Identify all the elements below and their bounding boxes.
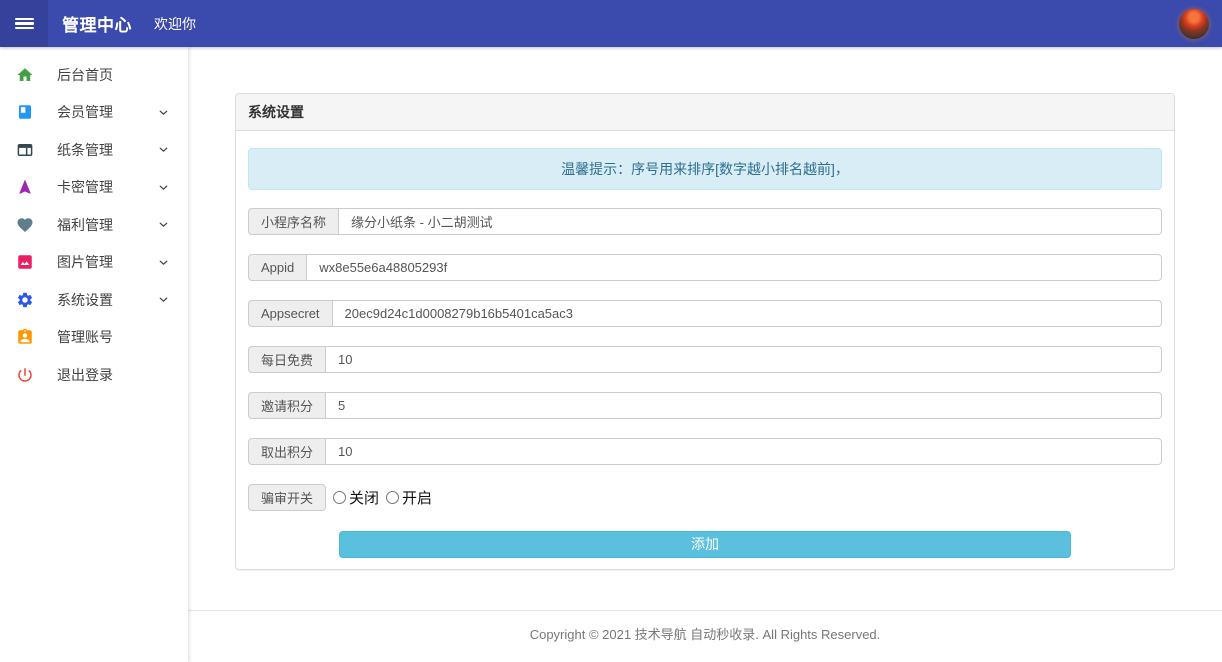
welfare-icon: [16, 216, 34, 234]
field-input[interactable]: [325, 392, 1162, 419]
sidebar-item-notes[interactable]: 纸条管理: [0, 131, 188, 169]
sidebar-item-admin-account[interactable]: 管理账号: [0, 319, 188, 357]
sidebar-item-label: 系统设置: [57, 290, 113, 310]
audit-switch-option[interactable]: 关闭: [333, 487, 379, 508]
field-label: 每日免费: [248, 346, 325, 373]
sidebar-item-label: 福利管理: [57, 215, 113, 235]
chevron-down-icon: [157, 256, 170, 269]
menu-icon[interactable]: [0, 0, 48, 47]
admin-account-icon: [16, 328, 34, 346]
panel-title: 系统设置: [236, 94, 1174, 131]
home-icon: [16, 66, 34, 84]
settings-icon: [16, 291, 34, 309]
field-input[interactable]: [325, 346, 1162, 373]
sidebar-item-label: 卡密管理: [57, 177, 113, 197]
form-row: Appsecret: [248, 300, 1162, 327]
field-input[interactable]: [306, 254, 1162, 281]
radio-label: 开启: [402, 487, 432, 508]
sidebar-item-card-key[interactable]: 卡密管理: [0, 169, 188, 207]
field-input[interactable]: [332, 300, 1162, 327]
footer: Copyright © 2021 技术导航 自动秒收录. All Rights …: [188, 610, 1222, 662]
main-area: 系统设置 温馨提示：序号用来排序[数字越小排名越前]， 小程序名称 Appid Ap…: [188, 47, 1222, 662]
copyright-text: Copyright © 2021 技术导航 自动秒收录. All Rights …: [530, 627, 881, 642]
add-button[interactable]: 添加: [339, 531, 1070, 558]
logout-icon: [16, 366, 34, 384]
sidebar-item-label: 后台首页: [57, 65, 113, 85]
field-input[interactable]: [338, 208, 1162, 235]
sidebar-item-image[interactable]: 图片管理: [0, 244, 188, 282]
audit-switch-option[interactable]: 开启: [386, 487, 432, 508]
form-row: 邀请积分: [248, 392, 1162, 419]
form-row: 每日免费: [248, 346, 1162, 373]
welcome-text: 欢迎你: [154, 14, 196, 34]
app-title: 管理中心: [62, 11, 132, 36]
field-label: Appid: [248, 254, 306, 281]
form-row: 小程序名称: [248, 208, 1162, 235]
sidebar-item-home[interactable]: 后台首页: [0, 56, 188, 94]
avatar[interactable]: [1179, 9, 1209, 39]
radio-button[interactable]: [333, 491, 346, 504]
chevron-down-icon: [157, 293, 170, 306]
sidebar-item-label: 退出登录: [57, 365, 113, 385]
sidebar-item-label: 纸条管理: [57, 140, 113, 160]
field-label: 取出积分: [248, 438, 325, 465]
sidebar-item-label: 管理账号: [57, 327, 113, 347]
info-alert: 温馨提示：序号用来排序[数字越小排名越前]，: [248, 148, 1162, 190]
chevron-down-icon: [157, 106, 170, 119]
chevron-down-icon: [157, 143, 170, 156]
chevron-down-icon: [157, 181, 170, 194]
sidebar-item-welfare[interactable]: 福利管理: [0, 206, 188, 244]
sidebar-item-label: 图片管理: [57, 252, 113, 272]
image-icon: [16, 253, 34, 271]
audit-switch-row: 骗审开关 关闭 开启: [248, 484, 1162, 511]
field-label: Appsecret: [248, 300, 332, 327]
card-key-icon: [16, 178, 34, 196]
radio-button[interactable]: [386, 491, 399, 504]
sidebar-item-settings[interactable]: 系统设置: [0, 281, 188, 319]
field-label: 小程序名称: [248, 208, 338, 235]
topbar: 管理中心 欢迎你: [0, 0, 1222, 47]
members-icon: [16, 103, 34, 121]
field-label: 邀请积分: [248, 392, 325, 419]
form-row: Appid: [248, 254, 1162, 281]
form-row: 取出积分: [248, 438, 1162, 465]
notes-icon: [16, 141, 34, 159]
chevron-down-icon: [157, 218, 170, 231]
sidebar-item-members[interactable]: 会员管理: [0, 94, 188, 132]
field-input[interactable]: [325, 438, 1162, 465]
audit-switch-label: 骗审开关: [248, 484, 326, 511]
settings-panel: 系统设置 温馨提示：序号用来排序[数字越小排名越前]， 小程序名称 Appid Ap…: [235, 93, 1175, 570]
sidebar-item-label: 会员管理: [57, 102, 113, 122]
sidebar: 后台首页会员管理纸条管理卡密管理福利管理图片管理系统设置管理账号退出登录: [0, 47, 188, 662]
radio-label: 关闭: [349, 487, 379, 508]
sidebar-item-logout[interactable]: 退出登录: [0, 356, 188, 394]
